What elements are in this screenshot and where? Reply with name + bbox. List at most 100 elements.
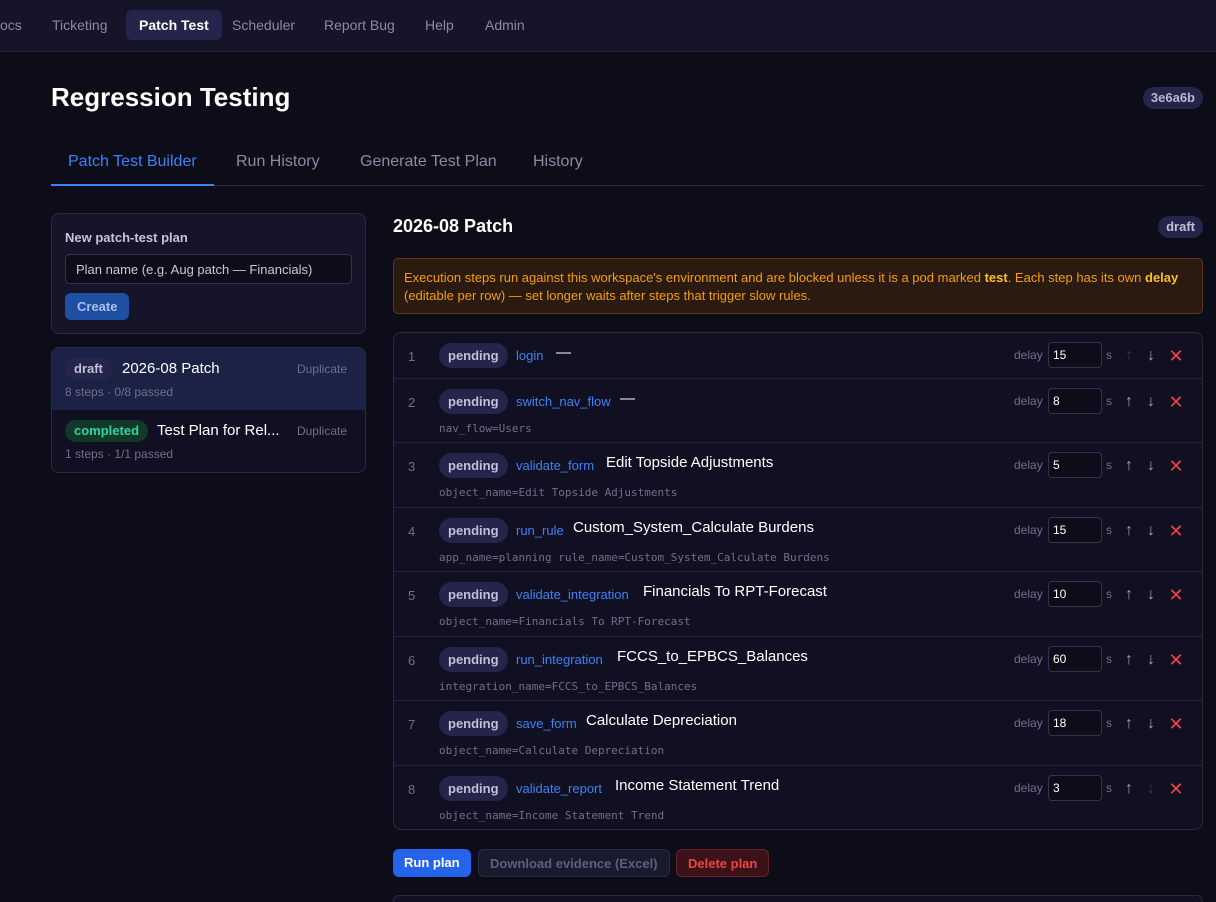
plan-list-item[interactable]: draft 2026-08 Patch Duplicate 8 steps · … [52,348,365,410]
delay-input[interactable] [1048,452,1102,478]
close-icon[interactable]: ✕ [1166,451,1186,481]
nav-item-report-bug[interactable]: Report Bug [311,10,408,40]
top-navigation: ocs Ticketing Patch Test Scheduler Repor… [0,0,1216,52]
step-action-link[interactable]: validate_form [516,458,594,473]
delay-label: delay [1014,587,1043,601]
arrow-up-icon[interactable]: ↑ [1119,580,1139,610]
tab-run-history[interactable]: Run History [219,142,337,186]
plan-name-input[interactable] [65,254,352,284]
delete-plan-button[interactable]: Delete plan [676,849,770,877]
warning-test-keyword: test [984,270,1008,285]
nav-item-admin[interactable]: Admin [472,10,538,40]
delay-label: delay [1014,394,1043,408]
step-row: 8 pending validate_report Income Stateme… [394,766,1202,829]
arrow-down-icon[interactable]: ↓ [1141,341,1161,371]
close-icon[interactable]: ✕ [1166,709,1186,739]
delay-input[interactable] [1048,342,1102,368]
duplicate-plan-button[interactable]: Duplicate [297,424,347,438]
seconds-label: s [1106,394,1112,408]
step-number: 2 [408,395,416,410]
arrow-up-icon[interactable]: ↑ [1119,387,1139,417]
step-target: Financials To RPT-Forecast [643,583,827,600]
close-icon[interactable]: ✕ [1166,387,1186,417]
step-status-badge: pending [439,711,508,736]
step-number: 6 [408,653,416,668]
tab-bar: Patch Test Builder Run History Generate … [51,142,1203,186]
tab-generate-test-plan[interactable]: Generate Test Plan [343,142,514,186]
step-row: 4 pending run_rule Custom_System_Calcula… [394,508,1202,572]
arrow-down-icon[interactable]: ↓ [1141,580,1161,610]
step-row: 5 pending validate_integration Financial… [394,572,1202,637]
delay-input[interactable] [1048,517,1102,543]
arrow-down-icon[interactable]: ↓ [1141,774,1161,804]
step-action-link[interactable]: run_integration [516,652,603,667]
delay-label: delay [1014,652,1043,666]
plan-list: draft 2026-08 Patch Duplicate 8 steps · … [51,347,366,473]
arrow-up-icon[interactable]: ↑ [1119,645,1139,675]
nav-item-help[interactable]: Help [412,10,467,40]
arrow-up-icon[interactable]: ↑ [1119,774,1139,804]
execution-warning: Execution steps run against this workspa… [393,258,1203,314]
plan-list-item[interactable]: completed Test Plan for Rel... Duplicate… [52,410,365,472]
step-params: app_name=planning rule_name=Custom_Syste… [439,551,830,564]
plan-status-badge: draft [1158,216,1203,238]
close-icon[interactable]: ✕ [1166,516,1186,546]
step-action-link[interactable]: switch_nav_flow [516,394,611,409]
arrow-up-icon[interactable]: ↑ [1119,709,1139,739]
step-number: 7 [408,717,416,732]
create-plan-button[interactable]: Create [65,293,130,320]
step-params: nav_flow=Users [439,422,532,435]
step-status-badge: pending [439,647,508,672]
nav-item-patch-test[interactable]: Patch Test [126,10,222,40]
delay-input[interactable] [1048,581,1102,607]
nav-item-docs[interactable]: ocs [0,10,35,40]
run-plan-button[interactable]: Run plan [393,849,471,877]
close-icon[interactable]: ✕ [1166,580,1186,610]
arrow-down-icon[interactable]: ↓ [1141,516,1161,546]
step-action-link[interactable]: save_form [516,716,577,731]
step-status-badge: pending [439,582,508,607]
step-target: Custom_System_Calculate Burdens [573,519,814,536]
steps-list: 1 pending login — delay s ↑ ↓ ✕ 2 pendin… [393,332,1203,830]
nav-item-ticketing[interactable]: Ticketing [39,10,121,40]
seconds-label: s [1106,523,1112,537]
version-hash-badge: 3e6a6b [1142,87,1203,109]
delay-input[interactable] [1048,710,1102,736]
seconds-label: s [1106,716,1112,730]
seconds-label: s [1106,781,1112,795]
page-title: Regression Testing [51,82,291,112]
step-target: Income Statement Trend [615,777,780,794]
close-icon[interactable]: ✕ [1166,341,1186,371]
step-target: — [620,390,635,407]
step-action-link[interactable]: validate_report [516,781,602,796]
arrow-down-icon[interactable]: ↓ [1141,645,1161,675]
close-icon[interactable]: ✕ [1166,774,1186,804]
arrow-down-icon[interactable]: ↓ [1141,387,1161,417]
arrow-down-icon[interactable]: ↓ [1141,709,1161,739]
delay-input[interactable] [1048,775,1102,801]
duplicate-plan-button[interactable]: Duplicate [297,362,347,376]
step-action-link[interactable]: login [516,348,543,363]
step-action-link[interactable]: run_rule [516,523,564,538]
tab-history[interactable]: History [516,142,600,186]
step-status-badge: pending [439,453,508,478]
arrow-up-icon[interactable]: ↑ [1119,516,1139,546]
step-action-link[interactable]: validate_integration [516,587,629,602]
tab-patch-test-builder[interactable]: Patch Test Builder [51,142,214,186]
nav-item-scheduler[interactable]: Scheduler [219,10,308,40]
download-evidence-button[interactable]: Download evidence (Excel) [478,849,670,877]
close-icon[interactable]: ✕ [1166,645,1186,675]
step-target: Edit Topside Adjustments [606,454,774,471]
seconds-label: s [1106,652,1112,666]
warning-text: (editable per row) — set longer waits af… [404,288,811,303]
step-status-badge: pending [439,389,508,414]
delay-input[interactable] [1048,388,1102,414]
step-params: object_name=Income Statement Trend [439,809,665,822]
delay-input[interactable] [1048,646,1102,672]
plan-meta: 1 steps · 1/1 passed [65,447,174,461]
arrow-down-icon[interactable]: ↓ [1141,451,1161,481]
arrow-up-icon[interactable]: ↑ [1119,451,1139,481]
step-number: 8 [408,782,416,797]
arrow-up-icon[interactable]: ↑ [1119,341,1139,371]
step-row: 3 pending validate_form Edit Topside Adj… [394,443,1202,508]
